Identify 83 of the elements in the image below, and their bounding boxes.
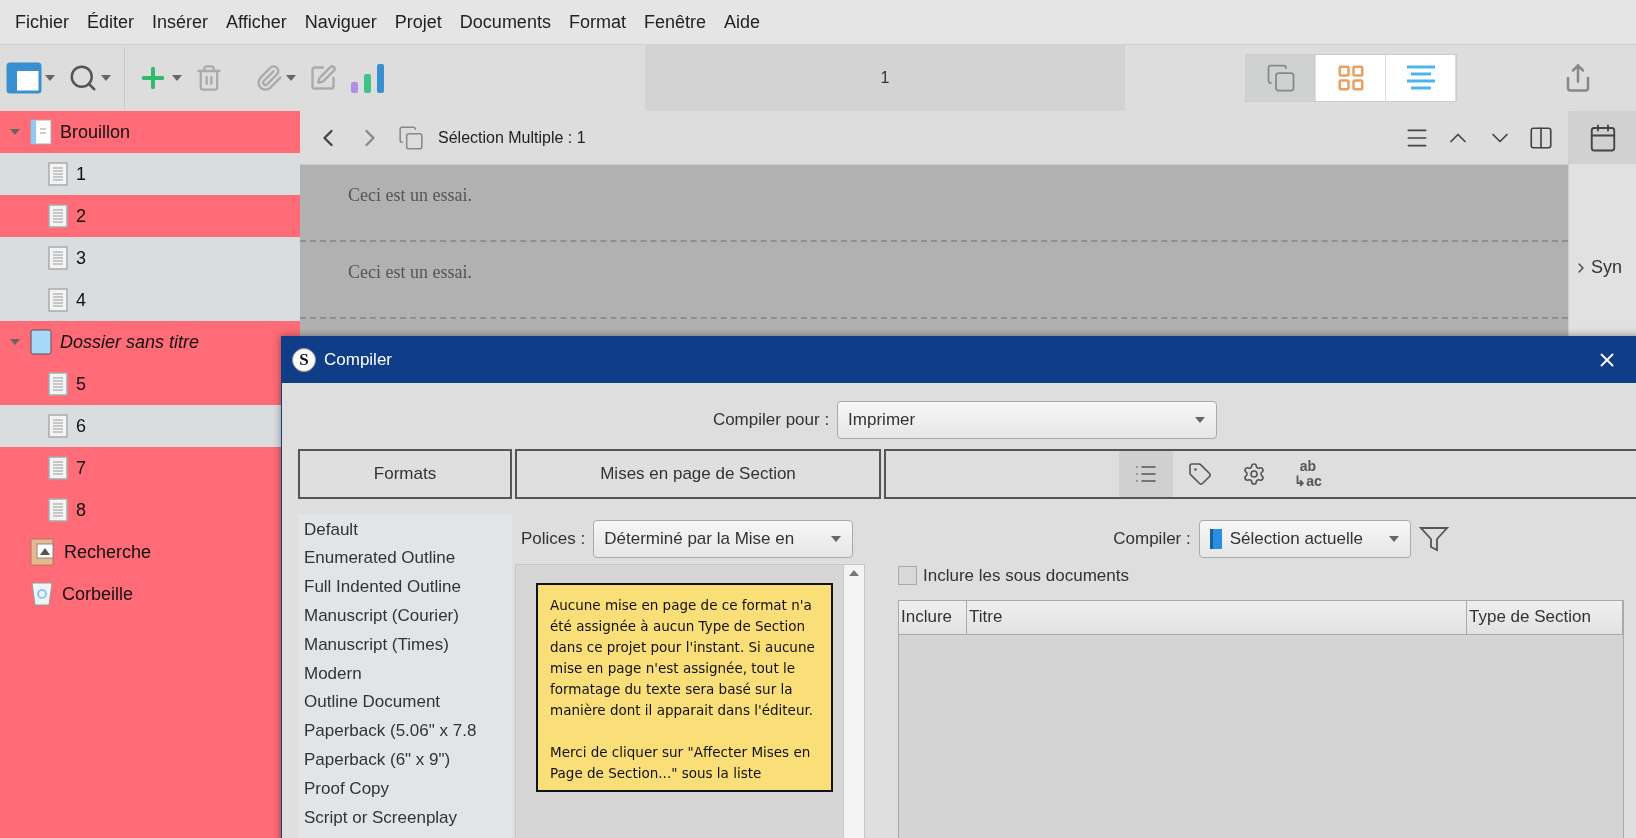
draft-notebook-icon — [30, 119, 52, 145]
document-icon — [48, 456, 68, 480]
filter-icon[interactable] — [1418, 524, 1449, 553]
replacements-icon: ab ↳ac — [1294, 459, 1322, 489]
edit-icon — [309, 64, 337, 92]
menu-item[interactable]: Fenêtre — [634, 11, 715, 33]
binder-item[interactable]: 3 — [0, 237, 300, 279]
folder-icon — [30, 329, 52, 355]
dropdown-caret-icon — [830, 534, 843, 543]
template-list-entry[interactable]: Proof Copy — [298, 774, 512, 804]
trash-icon — [195, 64, 223, 92]
dialog-title: Compiler — [324, 350, 393, 370]
view-mode-button[interactable] — [1386, 55, 1456, 101]
document-icon — [48, 204, 68, 228]
column-header[interactable]: Inclure — [899, 600, 967, 634]
template-list-entry[interactable]: Modern — [298, 659, 512, 689]
column-tab[interactable]: Formats — [298, 449, 512, 499]
template-list-entry[interactable]: Manuscript (Times) — [298, 630, 512, 660]
template-list-entry[interactable]: Default — [298, 515, 512, 545]
dropdown-caret-icon — [44, 74, 56, 82]
field-label: Compiler pour : — [712, 410, 830, 430]
document-icon — [48, 246, 68, 270]
template-list-entry[interactable]: Paperback (6" x 9") — [298, 746, 512, 775]
column-header[interactable]: Titre — [967, 600, 1467, 634]
logo-icon: S — [292, 348, 316, 372]
editor-title: Sélection Multiple : 1 — [438, 128, 586, 147]
template-list-entry[interactable]: Full Indented Outline — [298, 573, 512, 602]
panel-tab[interactable]: ab ↳ac — [1281, 451, 1335, 497]
scrollbar[interactable] — [843, 564, 864, 838]
view-mode-button[interactable] — [1316, 55, 1386, 101]
binder-item[interactable]: 4 — [0, 279, 300, 321]
dropdown-caret-icon — [285, 74, 297, 82]
compile-for-dropdown[interactable]: Imprimer — [837, 401, 1218, 439]
split-view-icon[interactable] — [1528, 124, 1554, 151]
template-list-entry[interactable]: Script or Screenplay — [298, 803, 512, 833]
outline-lines-icon — [1404, 64, 1437, 92]
stacked-pages-icon — [1265, 63, 1296, 93]
dropdown-caret-icon — [100, 74, 112, 82]
settings-icon — [1242, 462, 1266, 486]
paperclip-icon — [255, 64, 283, 92]
checkbox[interactable] — [898, 566, 917, 586]
template-list-entry[interactable]: Enumerated Outline — [298, 544, 512, 574]
dropdown-caret-icon — [1387, 534, 1400, 543]
document-icon — [48, 288, 68, 312]
menu-item[interactable]: Aide — [714, 11, 769, 33]
menu-item[interactable]: Insérer — [143, 11, 218, 33]
document-icon — [48, 414, 68, 438]
binder-item[interactable]: 1 — [0, 153, 300, 195]
info-note: Aucune mise en page de ce format n'a été assignée à aucun Type de Section dans ce projet pour l'instant. Si aucune mise en page n'est assignée, tout le formatage du texte sera basé sur la manière dont il apparait dans l'éditeur. Merci de cliquer sur "Affecter Mises en Page de Section..." sous la liste — [536, 582, 833, 792]
document-icon — [48, 162, 68, 186]
column-header[interactable]: Type de Section — [1467, 600, 1623, 634]
menu-item[interactable]: Éditer — [78, 11, 144, 33]
menu-item[interactable]: Projet — [385, 11, 451, 33]
dropdown-caret-icon — [1194, 416, 1207, 424]
view-mode-button[interactable] — [1246, 55, 1316, 101]
layout-icon — [6, 62, 42, 94]
search-icon — [68, 63, 98, 93]
fonts-dropdown[interactable]: Déterminé par la Mise en — [593, 519, 854, 558]
document-icon — [48, 372, 68, 396]
tag-icon — [1188, 462, 1212, 486]
field-label: Polices : — [521, 528, 586, 549]
menu-item[interactable]: Afficher — [217, 11, 296, 33]
scroll-up-icon[interactable] — [848, 568, 860, 577]
menu-item[interactable]: Format — [559, 11, 635, 33]
trash-icon — [30, 581, 54, 607]
menu-item[interactable]: Documents — [450, 11, 560, 33]
menu-item[interactable]: Naviguer — [295, 11, 386, 33]
menu-item[interactable]: Fichier — [6, 11, 78, 33]
dropdown-caret-icon — [171, 74, 183, 82]
field-label: Compiler : — [1113, 528, 1191, 549]
column-tab[interactable]: Mises en page de Section — [515, 449, 881, 499]
section-label: Syn — [1591, 257, 1623, 278]
template-list-entry[interactable]: Outline Document — [298, 688, 512, 718]
compile-dropdown[interactable]: Sélection actuelle — [1198, 519, 1411, 558]
notebook-icon — [1209, 527, 1222, 550]
template-list-entry[interactable]: Manuscript (Courier) — [298, 602, 512, 631]
checkbox-label: Inclure les sous documents — [923, 565, 1129, 586]
document-icon — [48, 498, 68, 522]
picture-book-icon — [30, 538, 56, 566]
stacked-pages-icon — [398, 124, 424, 151]
title-field: 1 — [645, 45, 1125, 111]
template-list-entry[interactable]: Paperback (5.06" x 7.8 — [298, 717, 512, 746]
panel-tab[interactable] — [1119, 451, 1173, 497]
